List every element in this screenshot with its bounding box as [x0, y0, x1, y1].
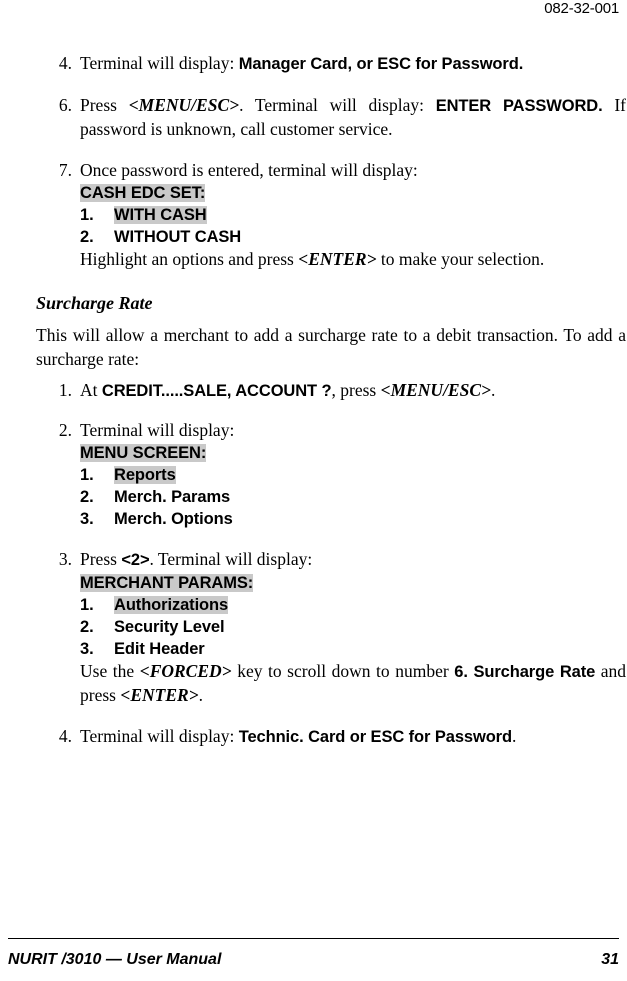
- step-text: At CREDIT.....SALE, ACCOUNT ?, press <ME…: [80, 379, 626, 403]
- key-name: <MENU/ESC>: [380, 380, 491, 400]
- screen-title-text: MERCHANT PARAMS:: [80, 574, 254, 592]
- step-lead-tail: . Terminal will display:: [149, 549, 313, 569]
- terminal-menu-item: 1. Authorizations: [80, 594, 626, 616]
- tail-before-text: Use the: [80, 661, 135, 681]
- tail-after-text: to make your selection.: [380, 249, 545, 269]
- menu-item-label: Merch. Params: [114, 488, 231, 506]
- terminal-screen-title: MERCHANT PARAMS:: [80, 572, 626, 594]
- tail-mid-text: key to scroll down to number: [237, 661, 449, 681]
- key-name: <ENTER>: [298, 249, 377, 269]
- menu-item-index: 2.: [80, 618, 94, 636]
- document-number-header: 082-32-001: [544, 0, 619, 17]
- step-lead-text: Press <2>. Terminal will display:: [80, 548, 626, 572]
- terminal-display-text: ENTER PASSWORD.: [435, 97, 603, 115]
- step-item: 3. Press <2>. Terminal will display: MER…: [36, 548, 626, 707]
- step-item: 4. Terminal will display: Manager Card, …: [36, 52, 626, 76]
- page-number: 31: [601, 951, 619, 968]
- step-body: Once password is entered, terminal will …: [80, 159, 626, 271]
- step-text: Press <MENU/ESC>. Terminal will display:…: [80, 94, 626, 141]
- tail-before-text: Highlight an options and press: [80, 249, 294, 269]
- terminal-screen-title: CASH EDC SET:: [80, 182, 626, 204]
- manual-title: NURIT /3010 — User Manual: [8, 951, 222, 968]
- menu-item-index: 2.: [80, 228, 94, 246]
- press-label: , press: [331, 380, 377, 400]
- menu-item-label: Reports: [114, 466, 176, 484]
- step-number: 7.: [58, 160, 72, 180]
- menu-item-label: Authorizations: [114, 596, 229, 614]
- key-name: <2>: [121, 551, 150, 569]
- sentence-period: .: [491, 380, 496, 400]
- section-heading: Surcharge Rate: [36, 293, 153, 313]
- footer-divider: [8, 938, 619, 939]
- step-lead-text: Once password is entered, terminal will …: [80, 160, 418, 180]
- step-item: 4. Terminal will display: Technic. Card …: [36, 725, 626, 749]
- terminal-menu-item: 1. WITH CASH: [80, 204, 626, 226]
- step-item: 7. Once password is entered, terminal wi…: [36, 159, 626, 271]
- terminal-menu-item: 2. Security Level: [80, 616, 626, 638]
- section-intro-text: This will allow a merchant to add a surc…: [36, 325, 626, 369]
- sentence-period: .: [198, 685, 204, 705]
- menu-item-index: 1.: [80, 466, 94, 484]
- step-lead-text: Terminal will display:: [80, 53, 235, 73]
- step-lead-text: Terminal will display:: [80, 726, 235, 746]
- step-number: 2.: [58, 420, 72, 440]
- screen-title-text: CASH EDC SET:: [80, 184, 206, 202]
- terminal-menu-item: 2. Merch. Params: [80, 486, 626, 508]
- menu-item-label: WITHOUT CASH: [114, 228, 242, 246]
- terminal-menu-item: 3. Merch. Options: [80, 508, 626, 530]
- step-number: 4.: [58, 53, 72, 73]
- page-content: 4. Terminal will display: Manager Card, …: [36, 52, 626, 763]
- menu-item-index: 2.: [80, 488, 94, 506]
- menu-item-index: 1.: [80, 206, 94, 224]
- step-number: 3.: [58, 549, 72, 569]
- step-body: Terminal will display: MENU SCREEN: 1. Re…: [80, 419, 626, 530]
- step-number: 6.: [58, 95, 72, 115]
- page-footer: NURIT /3010 — User Manual 31: [8, 951, 619, 969]
- press-label: Press: [80, 549, 117, 569]
- at-label: At: [80, 380, 98, 400]
- menu-item-label: WITH CASH: [114, 206, 207, 224]
- menu-item-index: 1.: [80, 596, 94, 614]
- screen-title-text: MENU SCREEN:: [80, 444, 207, 462]
- step-text: Terminal will display: Manager Card, or …: [80, 52, 626, 76]
- document-page: 082-32-001 4. Terminal will display: Man…: [0, 0, 627, 981]
- menu-target-label: 6. Surcharge Rate: [454, 663, 596, 681]
- menu-item-label: Edit Header: [114, 640, 205, 658]
- terminal-display-text: Technic. Card or ESC for Password: [238, 728, 512, 746]
- step-tail-text: Use the <FORCED> key to scroll down to n…: [80, 660, 626, 707]
- sentence-period: .: [511, 726, 517, 746]
- step-number: 4.: [58, 726, 72, 746]
- key-name: <MENU/ESC>: [128, 95, 240, 115]
- menu-item-label: Merch. Options: [114, 510, 233, 528]
- press-label: Press: [80, 95, 117, 115]
- terminal-display-text: CREDIT.....SALE, ACCOUNT ?: [101, 382, 332, 400]
- key-name: <ENTER>: [120, 685, 199, 705]
- step-body: Press <2>. Terminal will display: MERCHA…: [80, 548, 626, 707]
- menu-item-index: 3.: [80, 640, 94, 658]
- terminal-screen-title: MENU SCREEN:: [80, 442, 626, 464]
- terminal-menu-item: 2. WITHOUT CASH: [80, 226, 626, 248]
- step-lead-text: Terminal will display:: [80, 420, 235, 440]
- step-item: 1. At CREDIT.....SALE, ACCOUNT ?, press …: [36, 379, 626, 403]
- terminal-menu-item: 1. Reports: [80, 464, 626, 486]
- step-item: 6. Press <MENU/ESC>. Terminal will displ…: [36, 94, 626, 141]
- surcharge-rate-section: Surcharge Rate This will allow a merchan…: [36, 293, 626, 749]
- menu-item-label: Security Level: [114, 618, 225, 636]
- step-text: Terminal will display: Technic. Card or …: [80, 725, 626, 749]
- key-name: <FORCED>: [139, 661, 232, 681]
- menu-item-index: 3.: [80, 510, 94, 528]
- terminal-display-text: Manager Card, or ESC for Password.: [238, 55, 524, 73]
- step-tail-text: Highlight an options and press <ENTER> t…: [80, 248, 626, 271]
- terminal-menu-item: 3. Edit Header: [80, 638, 626, 660]
- step-number: 1.: [58, 380, 72, 400]
- step-item: 2. Terminal will display: MENU SCREEN: 1…: [36, 419, 626, 530]
- step-mid-text: . Terminal will display:: [239, 95, 424, 115]
